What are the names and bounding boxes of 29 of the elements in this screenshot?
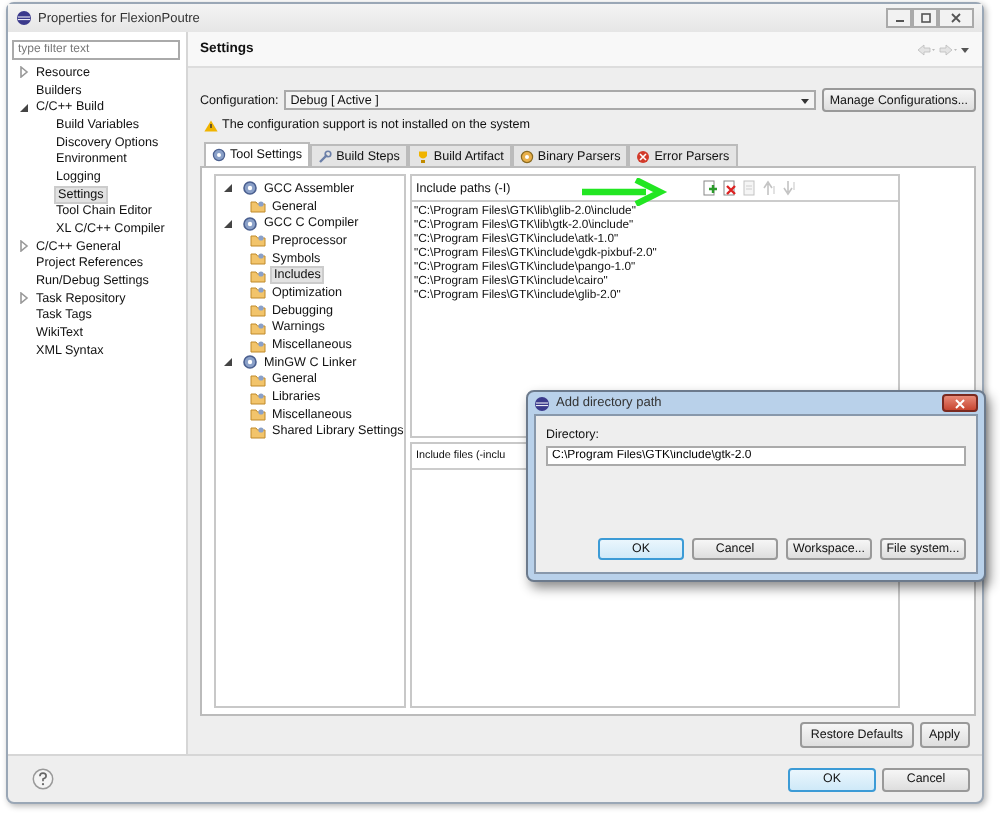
collapsed-arrow-icon[interactable] <box>18 240 30 253</box>
expanded-arrow-icon[interactable] <box>18 101 30 114</box>
maximize-icon <box>917 12 933 24</box>
trophy-icon <box>415 149 430 163</box>
minimize-button[interactable] <box>886 8 912 28</box>
menu-arrow-icon[interactable] <box>960 43 970 55</box>
collapsed-arrow-icon[interactable] <box>18 292 30 305</box>
maximize-button[interactable] <box>912 8 938 28</box>
app-icon <box>534 395 550 411</box>
close-button[interactable] <box>942 394 978 412</box>
dropdown-arrow-icon <box>799 95 810 105</box>
collapsed-arrow-icon[interactable] <box>18 66 30 79</box>
help-icon[interactable] <box>32 768 54 790</box>
gear-icon <box>242 354 258 371</box>
gear-icon <box>242 215 258 232</box>
folder-icon <box>250 198 266 215</box>
expanded-arrow-icon[interactable] <box>222 217 234 230</box>
add-icon[interactable] <box>702 180 718 196</box>
app-icon <box>16 10 32 26</box>
close-icon <box>948 12 964 24</box>
gear-icon <box>212 148 226 162</box>
close-icon <box>952 397 968 409</box>
gear-icon <box>242 180 258 197</box>
warning-icon <box>204 119 218 131</box>
expanded-arrow-icon[interactable] <box>222 182 234 195</box>
delete-icon[interactable] <box>722 180 738 196</box>
close-button[interactable] <box>938 8 974 28</box>
expanded-arrow-icon[interactable] <box>222 356 234 369</box>
arrow-icon <box>580 178 668 206</box>
